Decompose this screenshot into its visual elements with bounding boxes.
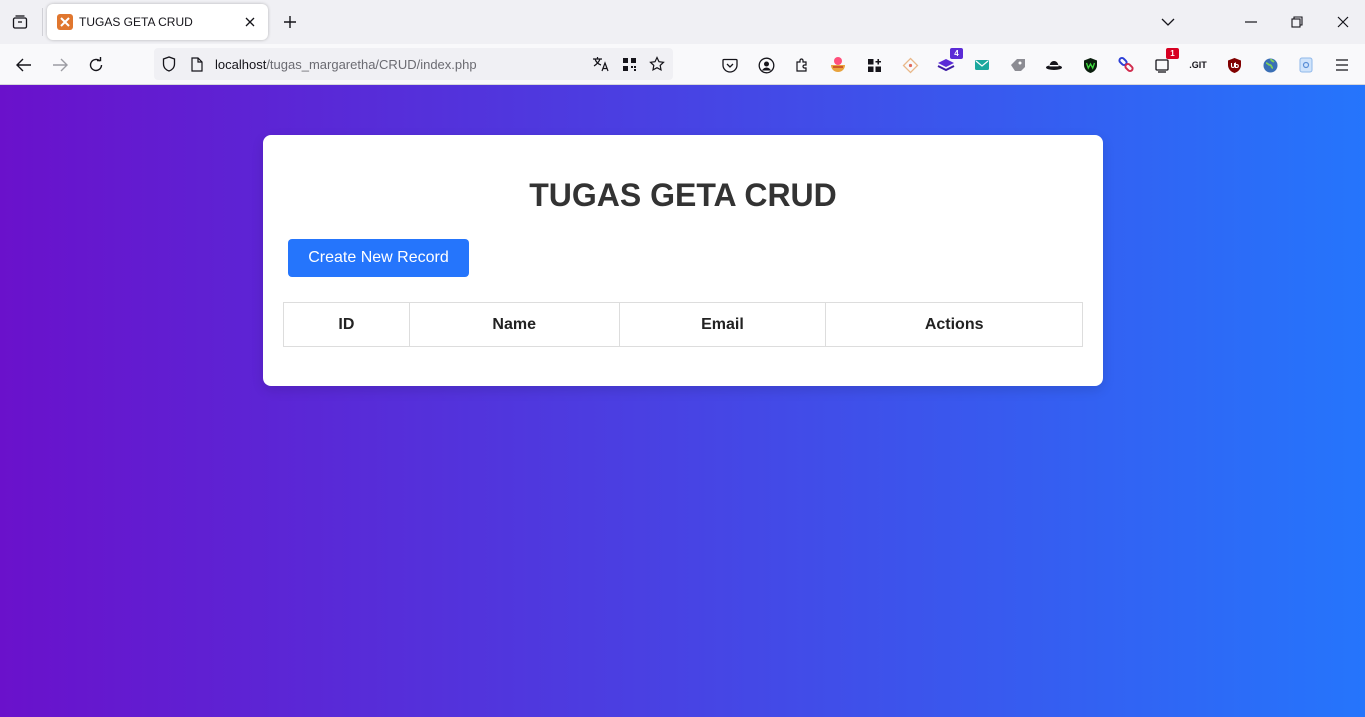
- new-tab-icon[interactable]: [278, 10, 302, 34]
- url-host: localhost: [215, 57, 267, 72]
- git-extension-icon[interactable]: .GIT: [1187, 54, 1209, 76]
- globe-extension-icon[interactable]: [1259, 54, 1281, 76]
- back-icon[interactable]: [11, 52, 37, 78]
- column-header-actions: Actions: [825, 302, 1083, 347]
- stack-extension-icon[interactable]: 4: [935, 48, 963, 76]
- extensions-icon[interactable]: [791, 54, 813, 76]
- ublock-icon[interactable]: [1223, 54, 1245, 76]
- tracking-protection-shield-icon[interactable]: [160, 55, 178, 73]
- tab-strip: TUGAS GETA CRUD: [0, 0, 1365, 44]
- account-icon[interactable]: [755, 54, 777, 76]
- table-header-row: ID Name Email Actions: [283, 302, 1083, 347]
- food-extension-icon[interactable]: [827, 54, 849, 76]
- menu-icon[interactable]: [1331, 54, 1353, 76]
- shield-w-icon[interactable]: [1079, 54, 1101, 76]
- page-viewport: TUGAS GETA CRUD Create New Record ID Nam…: [0, 85, 1365, 717]
- browser-tab[interactable]: TUGAS GETA CRUD: [47, 4, 268, 40]
- restore-icon[interactable]: [1281, 6, 1313, 38]
- notify-extension-icon[interactable]: 1: [1151, 48, 1179, 76]
- page-extension-icon[interactable]: [1295, 54, 1317, 76]
- diamond-extension-icon[interactable]: [899, 54, 921, 76]
- bookmark-star-icon[interactable]: [647, 54, 667, 74]
- url-path: /tugas_margaretha/CRUD/index.php: [266, 57, 477, 72]
- tab-divider: [42, 8, 43, 36]
- notification-badge: 4: [950, 48, 963, 59]
- git-label: .GIT: [1189, 60, 1207, 70]
- close-tab-icon[interactable]: [240, 12, 260, 32]
- forward-icon[interactable]: [47, 52, 73, 78]
- tab-list-icon[interactable]: [8, 10, 32, 34]
- link-extension-icon[interactable]: [1115, 54, 1137, 76]
- address-bar[interactable]: localhost/tugas_margaretha/CRUD/index.ph…: [154, 48, 673, 80]
- records-table: ID Name Email Actions: [283, 302, 1083, 347]
- mail-extension-icon[interactable]: [971, 54, 993, 76]
- qr-code-icon[interactable]: [619, 54, 639, 74]
- xampp-icon: [57, 14, 73, 30]
- reload-icon[interactable]: [83, 52, 109, 78]
- url-text[interactable]: localhost/tugas_margaretha/CRUD/index.ph…: [215, 57, 477, 72]
- apps-grid-icon[interactable]: [863, 54, 885, 76]
- list-all-tabs-icon[interactable]: [1152, 6, 1184, 38]
- hat-extension-icon[interactable]: [1043, 54, 1065, 76]
- pocket-icon[interactable]: [719, 54, 741, 76]
- column-header-id: ID: [283, 302, 410, 347]
- column-header-email: Email: [618, 302, 827, 347]
- create-new-record-button[interactable]: Create New Record: [288, 239, 469, 277]
- column-header-name: Name: [408, 302, 620, 347]
- puzzle-extension-icon[interactable]: [1007, 54, 1029, 76]
- notification-badge: 1: [1166, 48, 1179, 59]
- close-window-icon[interactable]: [1327, 6, 1359, 38]
- translate-icon[interactable]: [591, 54, 611, 74]
- navigation-toolbar: localhost/tugas_margaretha/CRUD/index.ph…: [0, 44, 1365, 85]
- minimize-icon[interactable]: [1235, 6, 1267, 38]
- content-card: TUGAS GETA CRUD Create New Record ID Nam…: [263, 135, 1103, 386]
- tab-title: TUGAS GETA CRUD: [79, 15, 193, 29]
- page-title: TUGAS GETA CRUD: [529, 177, 837, 213]
- page-info-icon[interactable]: [188, 55, 206, 73]
